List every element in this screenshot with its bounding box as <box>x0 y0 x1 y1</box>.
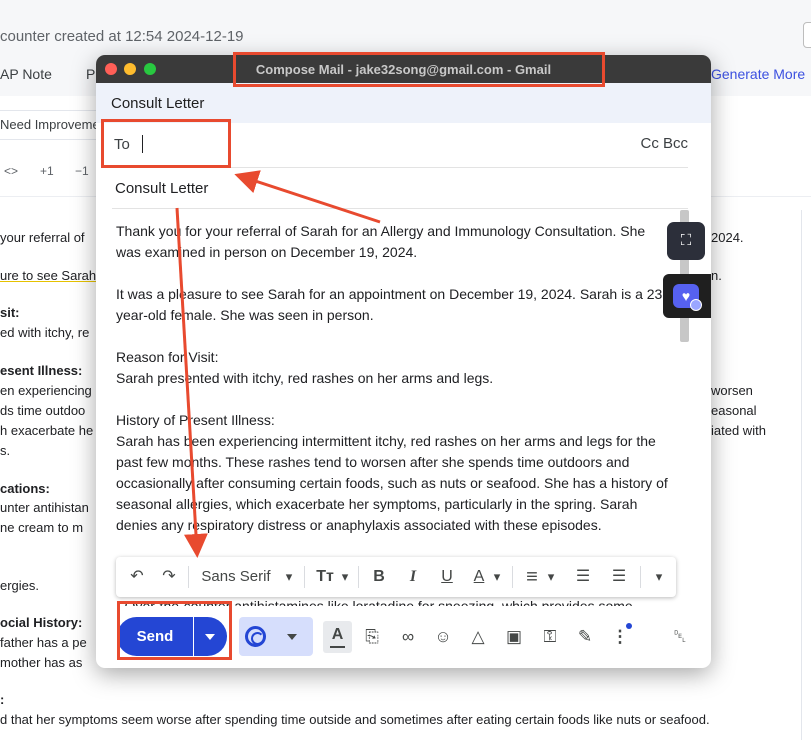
confidential-lock-icon[interactable]: ⚿ <box>536 623 564 651</box>
note-heading: : <box>0 692 5 707</box>
chevron-down-icon <box>287 634 297 640</box>
note-heading: cations: <box>0 481 50 496</box>
plus-one-button[interactable]: +1 <box>40 164 54 178</box>
note-fragment: iated with <box>711 423 766 438</box>
annotation-send-box <box>117 601 232 660</box>
field-divider <box>112 208 688 209</box>
chevron-down-icon[interactable]: ▾ <box>490 557 504 597</box>
toolbar-divider <box>640 566 641 588</box>
chevron-down-icon[interactable]: ▾ <box>282 557 296 597</box>
bulleted-list-icon[interactable]: ☰ <box>606 557 632 597</box>
capture-icon[interactable]: ⛶ <box>667 222 705 260</box>
toolbar-divider <box>512 566 513 588</box>
health-extension-button[interactable]: ♥ <box>663 274 711 318</box>
note-line: father has a pe <box>0 635 87 650</box>
subject-input[interactable]: Consult Letter <box>115 180 208 197</box>
toolbar-divider <box>358 566 359 588</box>
need-improvement-chip[interactable]: Need Improvement <box>0 110 111 140</box>
cc-bcc-link[interactable]: Cc Bcc <box>640 135 688 152</box>
annotation-title-box <box>233 52 605 87</box>
extension-logo-icon <box>245 626 266 647</box>
note-line: your referral of <box>0 230 85 245</box>
note-line: ergies. <box>0 578 40 593</box>
minus-one-button[interactable]: −1 <box>75 164 89 178</box>
annotation-to-box <box>101 119 231 168</box>
note-line: ure to see Sarah <box>0 268 97 283</box>
undo-icon[interactable]: ↶ <box>124 557 150 597</box>
font-family-select[interactable]: Sans Serif <box>196 557 276 597</box>
underline-icon[interactable]: U <box>434 557 460 597</box>
drive-icon[interactable]: △ <box>464 623 492 651</box>
body-paragraph: Sarah presented with itchy, red rashes o… <box>116 370 494 386</box>
note-line: ed with itchy, re <box>0 325 90 340</box>
note-line: ds time outdoo <box>0 403 86 418</box>
signature-pen-icon[interactable]: ✎ <box>571 623 599 651</box>
trash-icon[interactable]: ␡ <box>666 623 694 651</box>
body-paragraph: Sarah has been experiencing intermittent… <box>116 433 668 533</box>
note-line: d that her symptoms seem worse after spe… <box>0 712 710 727</box>
chevron-down-icon[interactable]: ▾ <box>544 557 558 597</box>
note-heading: esent Illness: <box>0 363 83 378</box>
attach-icon[interactable]: ⎘ <box>358 623 386 651</box>
photo-icon[interactable]: ▣ <box>500 623 528 651</box>
note-line: unter antihistan <box>0 500 89 515</box>
text-color-icon[interactable]: A <box>468 557 490 597</box>
divider <box>801 210 802 740</box>
numbered-list-icon[interactable]: ☰ <box>570 557 596 597</box>
text-size-icon[interactable]: Tт <box>312 557 338 597</box>
notification-dot <box>626 623 632 629</box>
formatting-options-icon[interactable]: A <box>323 621 352 653</box>
body-paragraph: Thank you for your referral of Sarah for… <box>116 223 646 260</box>
compose-header-subject: Consult Letter <box>96 83 711 123</box>
badge-icon <box>690 299 702 311</box>
toolbar-divider <box>304 566 305 588</box>
extension-button[interactable] <box>239 617 313 656</box>
message-body[interactable]: Thank you for your referral of Sarah for… <box>116 221 671 601</box>
body-heading: History of Present Illness: <box>116 412 275 428</box>
chevron-down-icon[interactable]: ▾ <box>338 557 352 597</box>
more-formatting-icon[interactable]: ▾ <box>648 557 670 597</box>
note-line: en experiencing <box>0 383 92 398</box>
tab-p[interactable]: P <box>86 66 95 82</box>
code-view-button[interactable]: <> <box>4 164 18 178</box>
window-control[interactable] <box>803 22 811 48</box>
note-line: mother has as <box>0 655 83 670</box>
generate-more-link[interactable]: Generate More <box>711 66 805 82</box>
note-heading: sit: <box>0 305 20 320</box>
redo-icon[interactable]: ↷ <box>156 557 182 597</box>
formatting-toolbar: ↶ ↷ Sans Serif ▾ Tт ▾ B I U A ▾ ≡ ▾ ☰ ☰ … <box>116 557 676 597</box>
note-line: h exacerbate he <box>0 423 94 438</box>
note-fragment: worsen <box>711 383 753 398</box>
toolbar-divider <box>188 566 189 588</box>
note-fragment: easonal <box>711 403 757 418</box>
body-paragraph: It was a pleasure to see Sarah for an ap… <box>116 286 667 323</box>
italic-icon[interactable]: I <box>400 557 426 597</box>
emoji-icon[interactable]: ☺ <box>429 623 457 651</box>
note-line: ne cream to m <box>0 520 84 535</box>
note-line: s. <box>0 443 11 458</box>
bold-icon[interactable]: B <box>366 557 392 597</box>
link-icon[interactable]: ∞ <box>394 623 422 651</box>
encounter-title: counter created at 12:54 2024-12-19 <box>0 28 244 45</box>
body-heading: Reason for Visit: <box>116 349 219 365</box>
note-fragment: n. <box>711 268 722 283</box>
align-icon[interactable]: ≡ <box>520 557 544 597</box>
tab-ap-note[interactable]: AP Note <box>0 66 52 82</box>
note-fragment: 2024. <box>711 230 744 245</box>
note-heading: ocial History: <box>0 615 83 630</box>
